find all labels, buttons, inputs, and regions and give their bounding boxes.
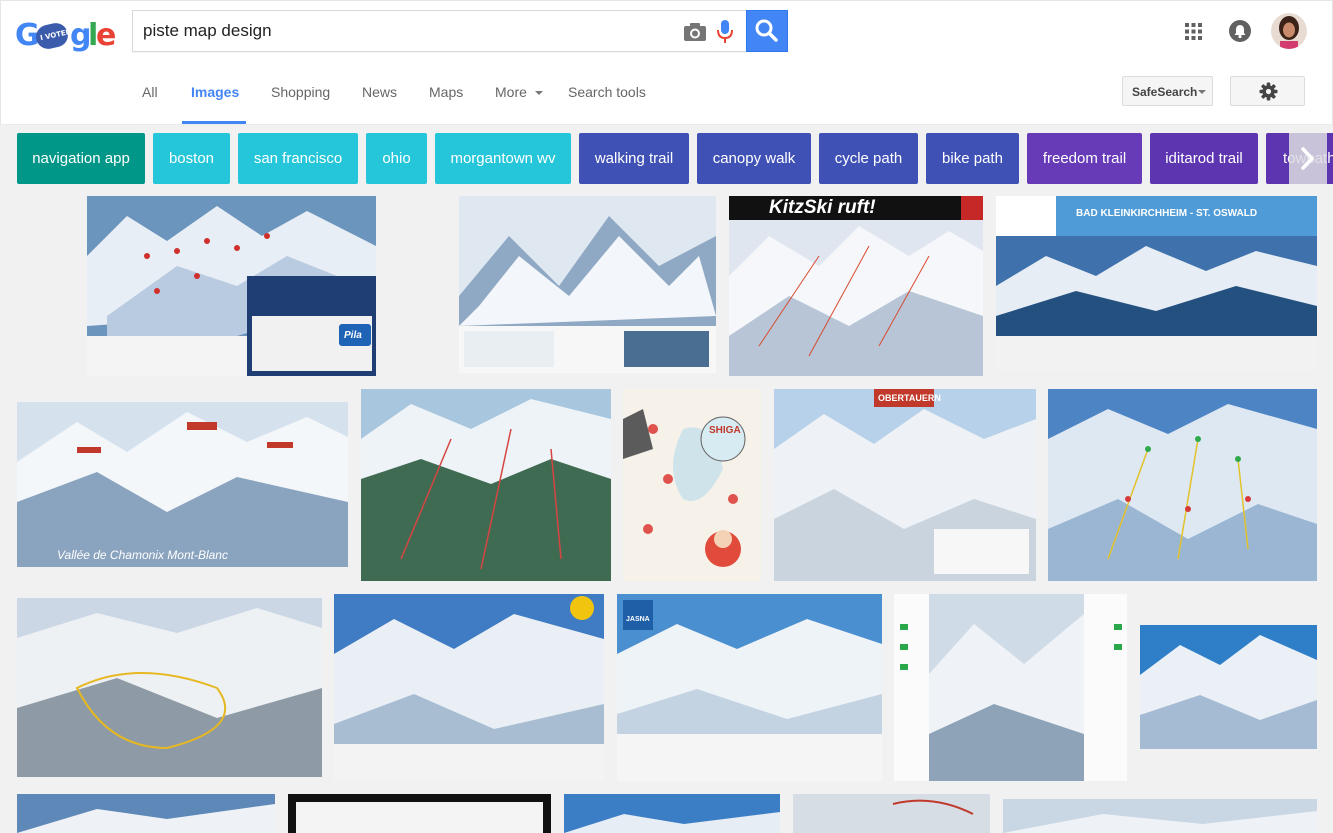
image-result-12[interactable]: JASNA	[617, 594, 882, 781]
chip-canopy-walk[interactable]: canopy walk	[697, 133, 811, 184]
image-result-17[interactable]	[564, 794, 780, 833]
chip-boston[interactable]: boston	[153, 133, 230, 184]
caret-down-icon	[534, 91, 543, 96]
image-result-19[interactable]	[1003, 799, 1317, 833]
image-result-1[interactable]: Pila	[87, 196, 376, 376]
image-result-10[interactable]	[17, 598, 322, 777]
image-text-jasna: JASNA	[626, 616, 650, 623]
search-icon	[755, 19, 778, 42]
chip-morgantown-wv[interactable]: morgantown wv	[435, 133, 571, 184]
chip-bike-path[interactable]: bike path	[926, 133, 1019, 184]
image-result-9[interactable]	[1048, 389, 1317, 581]
image-result-2[interactable]	[459, 196, 716, 373]
chip-ohio[interactable]: ohio	[366, 133, 427, 184]
image-text-obertauern: OBERTAUERN	[878, 393, 941, 403]
image-result-14[interactable]	[1140, 625, 1317, 749]
tab-news[interactable]: News	[362, 84, 397, 100]
tab-shopping[interactable]: Shopping	[271, 84, 330, 100]
logo-letter-e: e	[96, 18, 117, 53]
tab-search-tools[interactable]: Search tools	[568, 84, 646, 100]
chip-navigation-app[interactable]: navigation app	[17, 133, 145, 184]
tab-all[interactable]: All	[142, 84, 158, 100]
chevron-right-icon	[1301, 147, 1315, 170]
image-result-6[interactable]	[361, 389, 611, 581]
safesearch-button[interactable]: SafeSearch	[1122, 76, 1213, 106]
image-result-5[interactable]: Vallée de Chamonix Mont-Blanc	[17, 402, 348, 567]
image-result-7[interactable]: SHIGA	[623, 389, 761, 581]
image-text-kleinkirchheim: BAD KLEINKIRCHHEIM - ST. OSWALD	[1076, 208, 1258, 219]
header: G I VOTED g l e	[0, 0, 1333, 62]
search-box[interactable]	[132, 10, 746, 52]
chip-freedom-trail[interactable]: freedom trail	[1027, 133, 1142, 184]
search-button[interactable]	[746, 10, 788, 52]
chips-next-button[interactable]	[1289, 133, 1327, 184]
image-result-15[interactable]	[17, 794, 275, 833]
active-tab-indicator	[182, 121, 246, 124]
related-searches-bar: navigation app boston san francisco ohio…	[0, 125, 1333, 193]
tab-images[interactable]: Images	[191, 84, 239, 100]
image-text-shiga: SHIGA	[709, 425, 741, 436]
image-text-chamonix: Vallée de Chamonix Mont-Blanc	[57, 548, 228, 562]
image-result-11[interactable]	[334, 594, 604, 781]
caret-down-icon	[1198, 90, 1206, 94]
image-result-13[interactable]	[894, 594, 1127, 781]
tab-maps[interactable]: Maps	[429, 84, 463, 100]
chip-iditarod-trail[interactable]: iditarod trail	[1150, 133, 1258, 184]
image-result-3[interactable]: KitzSki ruft!	[729, 196, 983, 376]
gear-icon	[1259, 82, 1278, 101]
avatar[interactable]	[1271, 13, 1307, 49]
chip-san-francisco[interactable]: san francisco	[238, 133, 358, 184]
image-result-16[interactable]	[288, 794, 551, 833]
tab-more-label: More	[495, 84, 527, 100]
image-result-4[interactable]: BAD KLEINKIRCHHEIM - ST. OSWALD	[996, 196, 1317, 371]
apps-grid-icon[interactable]	[1185, 23, 1202, 40]
image-text-kitzski: KitzSki ruft!	[769, 197, 876, 218]
image-result-8[interactable]: OBERTAUERN	[774, 389, 1036, 581]
google-doodle-logo[interactable]: G I VOTED g l e	[15, 18, 117, 53]
image-result-18[interactable]	[793, 794, 990, 833]
search-input[interactable]	[143, 21, 663, 41]
image-text-pila: Pila	[344, 330, 362, 341]
settings-button[interactable]	[1230, 76, 1305, 106]
microphone-icon[interactable]	[717, 20, 733, 44]
search-nav-bar: All Images Shopping News Maps More Searc…	[0, 62, 1333, 125]
chip-walking-trail[interactable]: walking trail	[579, 133, 689, 184]
safesearch-label: SafeSearch	[1132, 85, 1198, 99]
notifications-bell-icon[interactable]	[1229, 20, 1251, 42]
chip-cycle-path[interactable]: cycle path	[819, 133, 918, 184]
camera-icon[interactable]	[683, 22, 707, 42]
tab-more[interactable]: More	[495, 84, 543, 100]
